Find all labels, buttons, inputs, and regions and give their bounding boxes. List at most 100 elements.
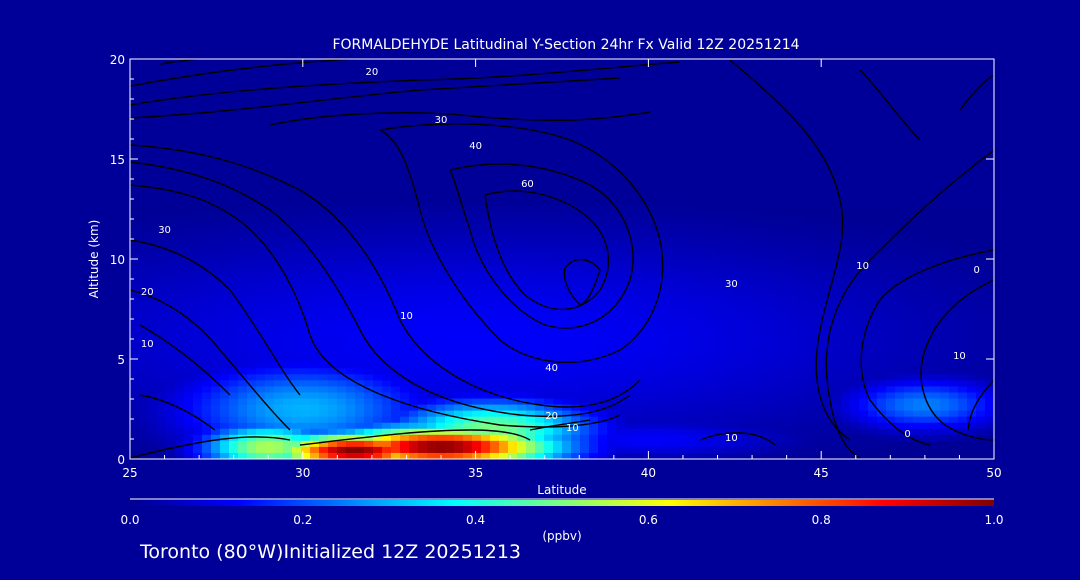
field-cell — [985, 307, 994, 315]
field-cell — [913, 398, 923, 406]
field-cell — [895, 410, 905, 418]
field-cell — [193, 350, 203, 357]
field-cell — [724, 380, 734, 388]
field-cell — [229, 247, 239, 254]
field-cell — [670, 253, 680, 261]
field-cell — [661, 368, 671, 375]
field-cell — [355, 356, 365, 363]
field-cell — [688, 398, 698, 406]
field-cell — [463, 247, 473, 254]
field-cell — [553, 392, 563, 400]
field-cell — [139, 416, 149, 424]
field-cell — [922, 313, 932, 321]
field-cell — [607, 241, 617, 248]
field-cell — [751, 380, 761, 388]
field-cell — [634, 386, 644, 394]
field-cell — [904, 356, 914, 363]
field-cell — [238, 392, 248, 400]
field-cell — [850, 247, 860, 254]
field-cell — [841, 410, 851, 418]
field-cell — [913, 235, 923, 242]
field-cell — [778, 434, 788, 442]
field-cell — [679, 295, 689, 303]
field-cell — [922, 374, 932, 381]
field-cell — [724, 307, 734, 315]
field-cell — [877, 235, 887, 242]
field-cell — [526, 338, 536, 345]
x-tick-label: 40 — [641, 466, 656, 480]
field-cell — [715, 392, 725, 400]
field-cell — [904, 380, 914, 388]
field-cell — [427, 332, 437, 339]
field-cell — [238, 289, 248, 297]
field-cell — [922, 229, 932, 236]
field-cell — [958, 368, 968, 375]
field-cell — [742, 319, 752, 327]
field-cell — [922, 253, 932, 261]
field-cell — [436, 440, 446, 448]
field-cell — [148, 253, 158, 261]
field-cell — [274, 241, 284, 248]
field-cell — [436, 386, 446, 394]
field-cell — [265, 356, 275, 363]
field-cell — [229, 410, 239, 418]
field-cell — [139, 386, 149, 394]
field-cell — [688, 392, 698, 400]
field-cell — [598, 380, 608, 388]
field-cell — [580, 241, 590, 248]
field-cell — [859, 241, 869, 248]
field-cell — [418, 374, 428, 381]
field-cell — [301, 356, 311, 363]
field-cell — [499, 217, 509, 224]
field-cell — [715, 440, 725, 448]
field-cell — [598, 217, 608, 224]
field-cell — [796, 374, 806, 381]
field-cell — [355, 283, 365, 291]
field-cell — [535, 392, 545, 400]
field-cell — [157, 386, 167, 394]
field-cell — [661, 380, 671, 388]
field-cell — [535, 368, 545, 375]
field-cell — [391, 205, 401, 212]
field-cell — [733, 356, 743, 363]
field-cell — [193, 247, 203, 254]
field-cell — [715, 368, 725, 375]
field-cell — [472, 350, 482, 357]
field-cell — [742, 289, 752, 297]
field-cell — [877, 368, 887, 375]
field-cell — [643, 259, 653, 267]
field-cell — [868, 350, 878, 357]
field-cell — [526, 205, 536, 212]
field-cell — [778, 356, 788, 363]
field-cell — [355, 368, 365, 375]
field-cell — [670, 265, 680, 273]
field-cell — [643, 229, 653, 236]
field-cell — [445, 416, 455, 424]
field-cell — [328, 229, 338, 236]
field-cell — [247, 404, 257, 412]
field-cell — [616, 404, 626, 412]
field-cell — [175, 332, 185, 339]
field-cell — [778, 386, 788, 394]
field-cell — [670, 428, 680, 436]
y-tick-label: 0 — [117, 453, 125, 467]
field-cell — [733, 380, 743, 388]
field-cell — [292, 428, 302, 436]
field-cell — [364, 350, 374, 357]
field-cell — [463, 253, 473, 261]
field-cell — [760, 410, 770, 418]
field-cell — [175, 344, 185, 351]
field-cell — [553, 253, 563, 261]
field-cell — [670, 295, 680, 303]
field-cell — [535, 235, 545, 242]
field-cell — [148, 259, 158, 267]
field-cell — [859, 247, 869, 254]
field-cell — [274, 235, 284, 242]
field-cell — [616, 253, 626, 261]
field-cell — [625, 307, 635, 315]
field-cell — [193, 211, 203, 218]
field-cell — [805, 332, 815, 339]
field-cell — [562, 446, 572, 454]
field-cell — [283, 410, 293, 418]
field-cell — [247, 301, 257, 309]
